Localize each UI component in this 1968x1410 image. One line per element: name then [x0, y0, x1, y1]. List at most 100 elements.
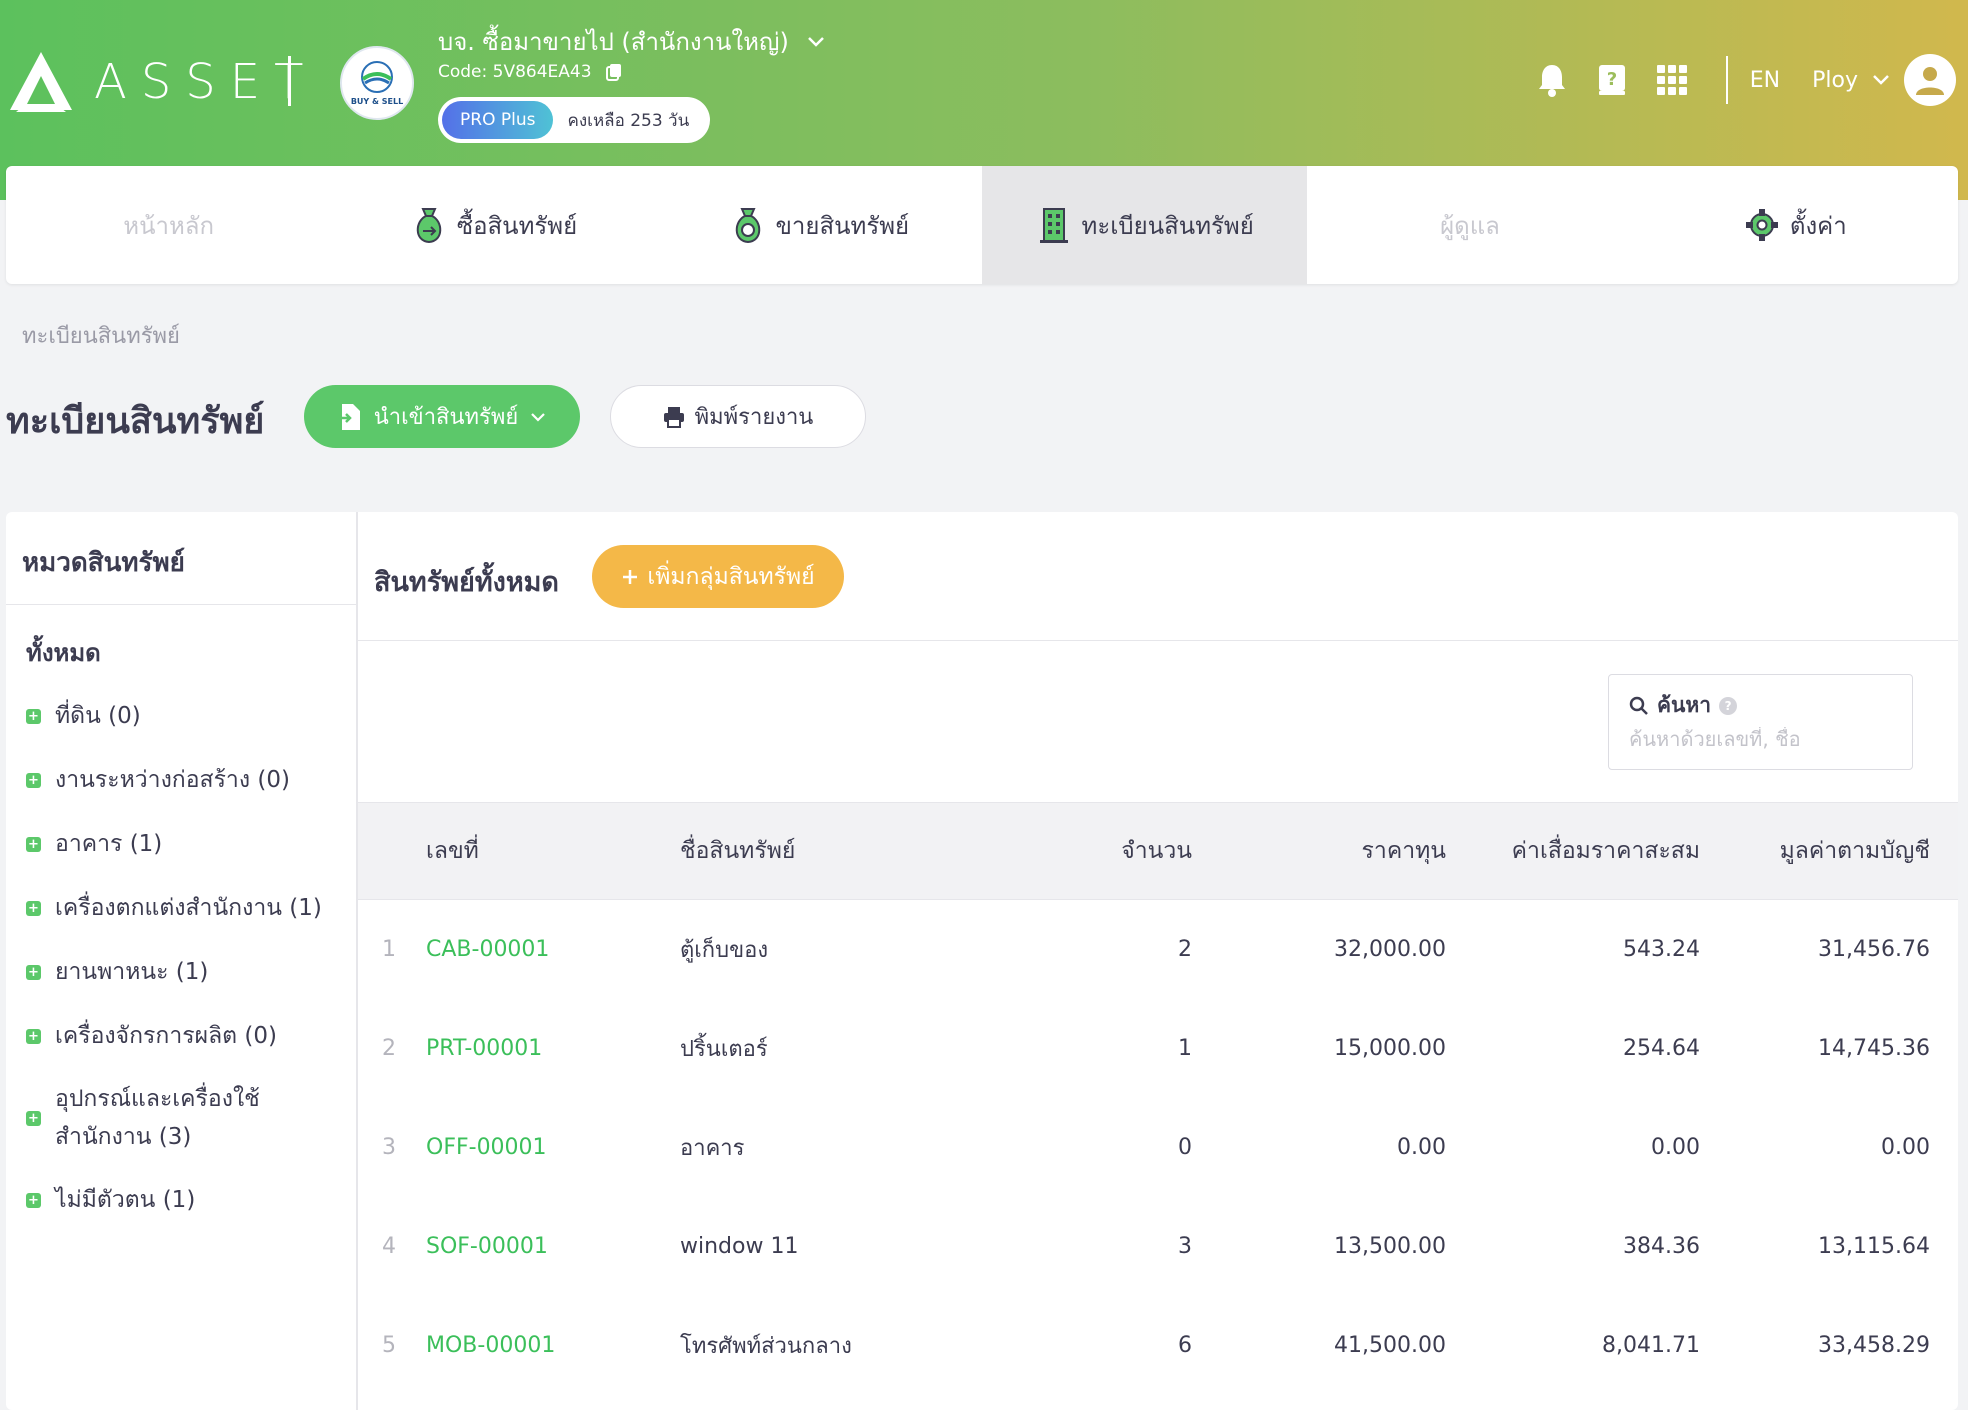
nav-admin[interactable]: ผู้ดูแล — [1307, 166, 1632, 284]
file-import-icon — [338, 403, 360, 430]
row-index: 1 — [382, 937, 396, 962]
asset-code-link[interactable]: MOB-00001 — [426, 1333, 555, 1358]
logo-divider — [288, 56, 291, 106]
app-logo[interactable]: ASSET — [8, 50, 317, 114]
header-code[interactable]: เลขที่ — [426, 833, 680, 869]
expand-plus-icon[interactable]: + — [26, 772, 41, 788]
nav-buy-asset-label: ซื้อสินทรัพย์ — [456, 211, 578, 240]
add-asset-group-button[interactable]: เพิ่มกลุ่มสินทรัพย์ — [592, 545, 844, 608]
copy-icon[interactable] — [605, 63, 622, 81]
nav-settings[interactable]: ตั้งค่า — [1633, 166, 1958, 284]
asset-depreciation: 254.64 — [1623, 1036, 1700, 1061]
asset-qty: 6 — [1178, 1333, 1192, 1358]
expand-plus-icon[interactable]: + — [26, 900, 41, 916]
category-all[interactable]: ทั้งหมด — [26, 620, 356, 684]
handshake-icon — [361, 60, 393, 93]
expand-plus-icon[interactable]: + — [26, 1028, 41, 1044]
expand-plus-icon[interactable]: + — [26, 964, 41, 980]
nav-sell-asset-label: ขายสินทรัพย์ — [775, 211, 910, 240]
logo-text: ASSET — [94, 54, 318, 110]
category-item[interactable]: + ยานพาหนะ (1) — [26, 940, 356, 1004]
asset-book-value: 0.00 — [1881, 1135, 1930, 1160]
asset-depreciation: 384.36 — [1623, 1234, 1700, 1259]
asset-book-value: 31,456.76 — [1818, 937, 1930, 962]
expand-plus-icon[interactable]: + — [26, 1192, 41, 1208]
asset-cost: 0.00 — [1397, 1135, 1446, 1160]
search-box: ค้นหา ? — [1608, 674, 1913, 770]
header-depreciation[interactable]: ค่าเสื่อมราคาสะสม — [1446, 833, 1700, 869]
user-name: Ploy — [1812, 67, 1858, 93]
nav-sell-asset[interactable]: ขายสินทรัพย์ — [657, 166, 982, 284]
user-icon — [1916, 67, 1944, 95]
nav-asset-register[interactable]: ทะเบียนสินทรัพย์ — [981, 166, 1308, 284]
category-label: ยานพาหนะ (1) — [55, 959, 209, 985]
asset-depreciation: 8,041.71 — [1602, 1333, 1700, 1358]
table-row[interactable]: 3 OFF-00001 อาคาร 0 0.00 0.00 0.00 — [358, 1098, 1958, 1197]
asset-code-link[interactable]: CAB-00001 — [426, 937, 549, 962]
search-label: ค้นหา — [1657, 693, 1712, 717]
table-row[interactable]: 5 MOB-00001 โทรศัพท์ส่วนกลาง 6 41,500.00… — [358, 1296, 1958, 1395]
category-item[interactable]: + อาคาร (1) — [26, 812, 356, 876]
plan-remaining: คงเหลือ 253 วัน — [567, 110, 690, 131]
category-label: ไม่มีตัวตน (1) — [55, 1187, 196, 1213]
asset-book-value: 13,115.64 — [1818, 1234, 1930, 1259]
nav-buy-asset[interactable]: ซื้อสินทรัพย์ — [331, 166, 656, 284]
asset-code-link[interactable]: SOF-00001 — [426, 1234, 548, 1259]
category-label: เครื่องจักรการผลิต (0) — [55, 1023, 277, 1049]
help-book-icon[interactable]: ? — [1592, 60, 1632, 100]
category-item[interactable]: + เครื่องตกแต่งสำนักงาน (1) — [26, 876, 356, 940]
asset-cost: 41,500.00 — [1334, 1333, 1446, 1358]
table-header: เลขที่ ชื่อสินทรัพย์ จำนวน ราคาทุน ค่าเส… — [358, 802, 1958, 900]
print-report-button[interactable]: พิมพ์รายงาน — [610, 385, 866, 448]
chevron-down-icon — [531, 412, 546, 422]
content-divider — [358, 640, 1958, 641]
breadcrumb[interactable]: ทะเบียนสินทรัพย์ — [22, 318, 180, 353]
category-label: เครื่องตกแต่งสำนักงาน (1) — [55, 895, 322, 921]
header-qty[interactable]: จำนวน — [986, 833, 1192, 869]
category-panel: หมวดสินทรัพย์ ทั้งหมด + ที่ดิน (0) + งาน… — [6, 512, 358, 1410]
expand-plus-icon[interactable]: + — [26, 836, 41, 852]
chevron-down-icon — [807, 36, 824, 47]
company-logo-text: BUY & SELL — [350, 96, 404, 106]
user-menu[interactable]: Ploy — [1812, 68, 1890, 93]
asset-cost: 32,000.00 — [1334, 937, 1446, 962]
nav-admin-label: ผู้ดูแล — [1440, 211, 1500, 240]
table-row[interactable]: 1 CAB-00001 ตู้เก็บของ 2 32,000.00 543.2… — [358, 900, 1958, 999]
main-nav: หน้าหลัก ซื้อสินทรัพย์ ขายสินทรัพย์ ทะเบ… — [6, 166, 1958, 284]
category-item[interactable]: + ไม่มีตัวตน (1) — [26, 1168, 356, 1232]
header-cost[interactable]: ราคาทุน — [1192, 833, 1446, 869]
asset-depreciation: 0.00 — [1651, 1135, 1700, 1160]
table-row[interactable]: 4 SOF-00001 window 11 3 13,500.00 384.36… — [358, 1197, 1958, 1296]
asset-code-link[interactable]: PRT-00001 — [426, 1036, 542, 1061]
gear-icon — [1745, 209, 1778, 241]
company-selector[interactable]: บจ. ซื้อมาขายไป (สำนักงานใหญ่) — [438, 22, 825, 61]
money-bag-icon — [735, 208, 760, 244]
asset-qty: 0 — [1178, 1135, 1192, 1160]
asset-name: อาคาร — [680, 1136, 745, 1161]
expand-plus-icon[interactable]: + — [26, 708, 41, 724]
table-row[interactable]: 2 PRT-00001 ปริ้นเตอร์ 1 15,000.00 254.6… — [358, 999, 1958, 1098]
category-item[interactable]: + ที่ดิน (0) — [26, 684, 356, 748]
search-input[interactable] — [1629, 727, 1899, 751]
print-report-label: พิมพ์รายงาน — [694, 404, 814, 429]
expand-plus-icon[interactable]: + — [26, 1110, 41, 1126]
row-index: 3 — [382, 1135, 396, 1160]
category-item[interactable]: + งานระหว่างก่อสร้าง (0) — [26, 748, 356, 812]
help-icon[interactable]: ? — [1719, 696, 1738, 715]
asset-book-value: 33,458.29 — [1818, 1333, 1930, 1358]
notification-bell-icon[interactable] — [1532, 60, 1572, 100]
company-logo[interactable]: BUY & SELL — [340, 46, 414, 120]
apps-grid-icon[interactable] — [1652, 60, 1692, 100]
import-asset-button[interactable]: นำเข้าสินทรัพย์ — [304, 385, 580, 448]
avatar[interactable] — [1904, 54, 1956, 106]
asset-code-link[interactable]: OFF-00001 — [426, 1135, 547, 1160]
nav-home[interactable]: หน้าหลัก — [6, 166, 331, 284]
header-name[interactable]: ชื่อสินทรัพย์ — [680, 833, 986, 869]
nav-settings-label: ตั้งค่า — [1789, 211, 1847, 240]
content-title: สินทรัพย์ทั้งหมด — [374, 567, 559, 598]
header-book-value[interactable]: มูลค่าตามบัญชี — [1700, 833, 1954, 869]
category-item[interactable]: + เครื่องจักรการผลิต (0) — [26, 1004, 356, 1068]
category-item[interactable]: + อุปกรณ์และเครื่องใช้ สำนักงาน (3) — [26, 1068, 356, 1168]
asset-name: โทรศัพท์ส่วนกลาง — [680, 1334, 852, 1359]
language-switch[interactable]: EN — [1750, 68, 1780, 93]
